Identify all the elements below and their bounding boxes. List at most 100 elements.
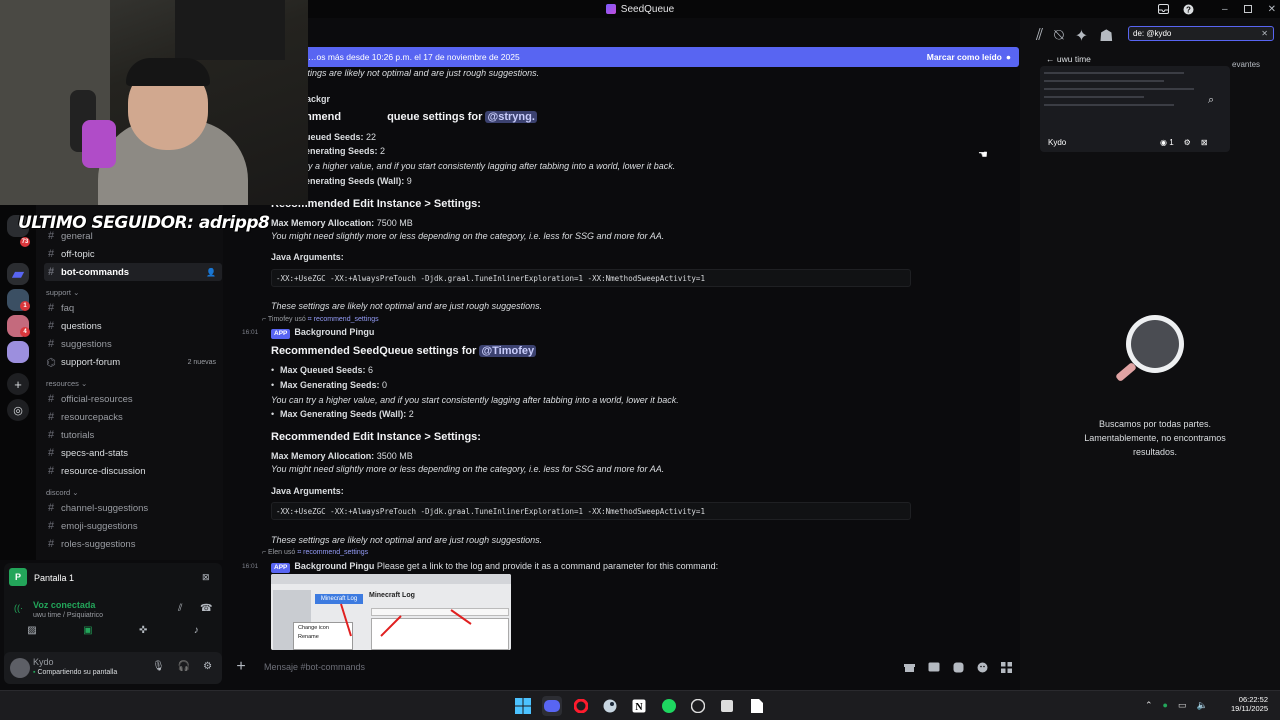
opera-icon[interactable]: [571, 696, 591, 716]
maximize-icon[interactable]: [1243, 5, 1252, 13]
bot-author[interactable]: Background Pingu: [294, 561, 374, 571]
user-mention[interactable]: @stryng.: [485, 111, 537, 123]
setting-line: Max Memory Allocation: 3500 MB: [271, 451, 413, 461]
user-settings-icon[interactable]: ⚙: [203, 661, 212, 672]
channel-resourcepacks[interactable]: # resourcepacks: [44, 408, 222, 426]
channel-resource-discussion[interactable]: # resource-discussion: [44, 462, 222, 480]
invite-icon: 👤: [206, 267, 216, 277]
volume-icon[interactable]: 🔈: [1197, 700, 1208, 711]
gift-icon[interactable]: [904, 662, 915, 673]
command-reply: ⌐ Timofey usó ⌗ recommend_settings: [262, 316, 379, 323]
disconnect-icon[interactable]: ☎: [200, 603, 212, 614]
channel-channel-suggestions[interactable]: # channel-suggestions: [44, 499, 222, 517]
gif-icon[interactable]: [928, 662, 940, 673]
hash-icon: #: [47, 266, 55, 278]
minimize-icon[interactable]: –: [1222, 4, 1228, 15]
hash-icon: #: [47, 248, 55, 260]
command-link[interactable]: ⌗ recommend_settings: [297, 549, 368, 556]
timestamp: 16:01: [242, 563, 259, 570]
clock[interactable]: 06:22:52 19/11/2025: [1222, 695, 1268, 713]
microphone-icon[interactable]: 🎙: [152, 661, 165, 672]
channel-roles-suggestions[interactable]: # roles-suggestions: [44, 535, 222, 553]
discord-taskbar-icon[interactable]: [542, 696, 562, 716]
clear-search-icon[interactable]: ✕: [1261, 29, 1268, 38]
discord-app: SeedQueue ? – ✕ …os más desde 10:26 p.m.…: [0, 0, 1280, 720]
channel-questions[interactable]: # questions: [44, 317, 222, 335]
voice-status[interactable]: Voz conectada: [33, 600, 95, 610]
popout-icon[interactable]: ⊠: [1201, 138, 1208, 147]
app-icon[interactable]: [717, 696, 737, 716]
embedded-image[interactable]: Minecraft Log Minecraft Log Change icon …: [271, 574, 511, 650]
channel-emoji-suggestions[interactable]: # emoji-suggestions: [44, 517, 222, 535]
add-server-icon[interactable]: +: [7, 373, 29, 395]
steam-icon[interactable]: [600, 696, 620, 716]
category-resources[interactable]: resources ⌄: [46, 379, 87, 388]
members-icon[interactable]: ☗: [1099, 26, 1113, 46]
message-input[interactable]: Mensaje #bot-commands: [264, 662, 365, 672]
setting-note: You might need slightly more or less dep…: [271, 464, 665, 474]
category-discord[interactable]: discord ⌄: [46, 488, 79, 497]
eye-icon: ◉: [1160, 138, 1167, 147]
start-icon[interactable]: [513, 696, 533, 716]
hash-icon: #: [47, 429, 55, 441]
folder-icon[interactable]: ▰: [7, 263, 29, 285]
status-dot-icon[interactable]: ●: [1163, 700, 1168, 711]
new-messages-banner[interactable]: …os más desde 10:26 p.m. el 17 de noviem…: [300, 47, 1019, 67]
relevant-filter[interactable]: evantes: [1232, 60, 1260, 69]
notion-icon[interactable]: N: [629, 696, 649, 716]
activities-icon[interactable]: ✜: [139, 625, 147, 636]
tray-chevron-icon[interactable]: ⌃: [1145, 700, 1153, 711]
hash-icon: #: [47, 447, 55, 459]
avatar[interactable]: [10, 658, 30, 678]
voice-channel[interactable]: uwu time / Psiquiatrico: [33, 612, 103, 619]
channel-official-resources[interactable]: # official-resources: [44, 390, 222, 408]
username[interactable]: Kydo: [33, 657, 54, 667]
search-input[interactable]: de: @kydo ✕: [1128, 26, 1274, 41]
file-icon[interactable]: [747, 696, 767, 716]
channel-specs-and-stats[interactable]: # specs-and-stats: [44, 444, 222, 462]
mark-read-button[interactable]: Marcar como leído ●: [927, 52, 1011, 62]
close-icon[interactable]: ✕: [1268, 4, 1276, 15]
server-rail: 73 ▰ 1 4 + ◎: [0, 205, 36, 560]
light-panel: [82, 120, 116, 168]
server-icon[interactable]: [7, 341, 29, 363]
java-heading: Java Arguments:: [271, 486, 344, 496]
network-icon[interactable]: ▭: [1178, 700, 1187, 711]
command-link[interactable]: ⌗ recommend_settings: [308, 316, 379, 323]
share-screen-icon[interactable]: ▣: [83, 625, 92, 636]
channel-bot-commands[interactable]: # bot-commands 👤: [44, 263, 222, 281]
threads-icon[interactable]: ⫽: [1036, 26, 1043, 46]
camera-off-icon[interactable]: ▨: [27, 625, 36, 636]
channel-tutorials[interactable]: # tutorials: [44, 426, 222, 444]
bot-author[interactable]: APP Background Pingu: [271, 327, 374, 339]
sticker-icon[interactable]: [953, 662, 964, 673]
soundboard-icon[interactable]: ♪: [194, 625, 199, 636]
channel-faq[interactable]: # faq: [44, 299, 222, 317]
discover-icon[interactable]: ◎: [7, 399, 29, 421]
code-block[interactable]: -XX:+UseZGC -XX:+AlwaysPreTouch -Djdk.gr…: [271, 502, 911, 520]
channel-support-forum[interactable]: ⌬ support-forum 2 nuevas: [44, 353, 222, 371]
inbox-icon[interactable]: [1158, 4, 1169, 14]
category-support[interactable]: support ⌄: [46, 288, 79, 297]
message-heading: ecommend queue settings for @stryng.: [283, 111, 537, 123]
settings-icon[interactable]: ⚙: [1184, 138, 1191, 147]
mute-icon[interactable]: ⍉: [1054, 26, 1064, 46]
code-block[interactable]: -XX:+UseZGC -XX:+AlwaysPreTouch -Djdk.gr…: [271, 269, 911, 287]
obs-icon[interactable]: [688, 696, 708, 716]
thread-title[interactable]: ← uwu time: [1046, 54, 1091, 64]
apps-icon[interactable]: [1001, 661, 1012, 673]
help-icon[interactable]: ?: [1183, 4, 1194, 15]
spotify-icon[interactable]: [659, 696, 679, 716]
user-mention[interactable]: @Timofey: [479, 345, 537, 357]
noise-suppression-icon[interactable]: ⫽: [178, 603, 182, 614]
stream-preview[interactable]: ⌕ Kydo ◉ 1 ⚙ ⊠: [1040, 66, 1230, 152]
emoji-icon[interactable]: [977, 662, 988, 673]
channel-suggestions[interactable]: # suggestions: [44, 335, 222, 353]
add-attachment-icon[interactable]: +: [230, 658, 252, 676]
pin-icon[interactable]: ✦: [1075, 26, 1088, 46]
channel-off-topic[interactable]: # off-topic: [44, 245, 222, 263]
app-logo-icon: [605, 4, 616, 14]
headphones-icon[interactable]: 🎧: [178, 661, 190, 672]
close-preview-icon[interactable]: ⊠: [202, 572, 210, 583]
voice-actions: ▨ ▣ ✜ ♪: [4, 625, 222, 636]
